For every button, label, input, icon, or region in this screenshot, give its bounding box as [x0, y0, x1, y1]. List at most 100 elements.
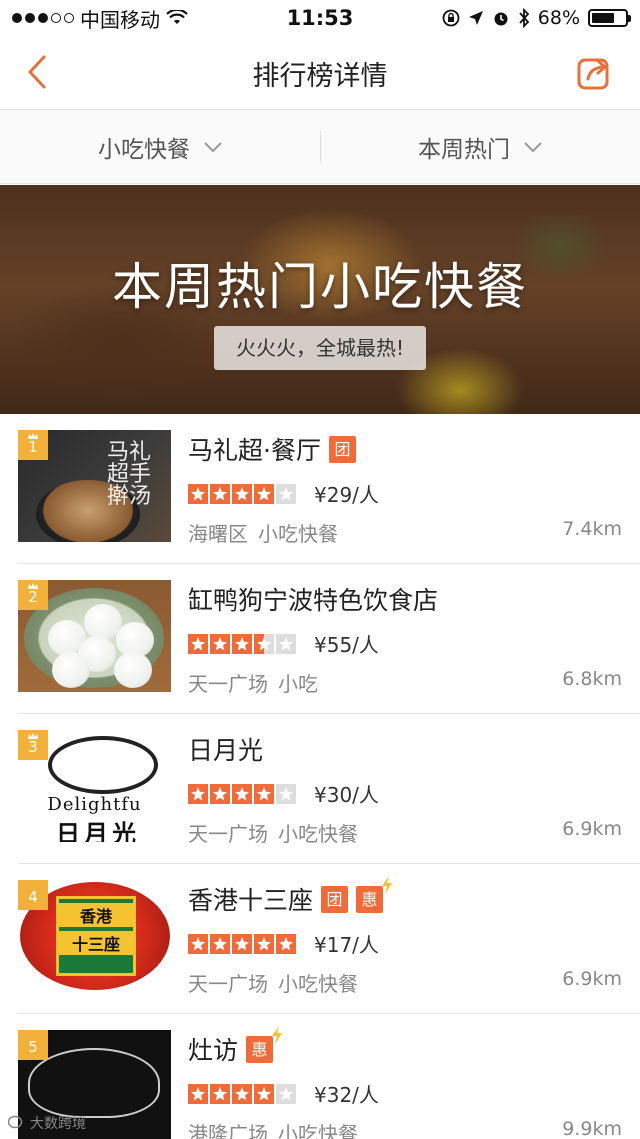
category-filter[interactable]: 小吃快餐	[0, 111, 320, 183]
list-item[interactable]: 5 灶访 惠 ¥32/人 港隆广场 小吃快餐 9.9km	[18, 1014, 640, 1139]
lightning-icon	[272, 1025, 283, 1044]
rank-number: 1	[28, 438, 38, 456]
category-label: 小吃快餐	[278, 1122, 358, 1139]
restaurant-thumbnail: 香港 十三座 4	[18, 880, 171, 992]
area-label: 海曙区	[188, 522, 248, 546]
star-shape	[279, 786, 293, 800]
star-shape	[257, 636, 271, 650]
area-label: 港隆广场	[188, 1122, 268, 1139]
list-item[interactable]: 马礼超手擀汤 1 马礼超·餐厅 团 ¥29/人 海曙区 小吃快餐 7.4km	[18, 414, 640, 564]
chevron-down-icon	[524, 142, 542, 152]
crown-icon	[28, 433, 38, 439]
star-shape	[235, 486, 249, 500]
nav-bar: 排行榜详情	[0, 36, 640, 110]
distance-label: 6.9km	[562, 818, 622, 840]
ranking-list: 马礼超手擀汤 1 马礼超·餐厅 团 ¥29/人 海曙区 小吃快餐 7.4km 2…	[0, 414, 640, 1139]
restaurant-thumbnail: 马礼超手擀汤 1	[18, 430, 171, 542]
restaurant-name: 马礼超·餐厅	[188, 436, 321, 465]
banner-subtitle: 火火火，全城最热!	[214, 326, 426, 370]
period-filter[interactable]: 本周热门	[320, 111, 640, 183]
period-filter-label: 本周热门	[418, 137, 510, 163]
rank-badge: 3	[18, 730, 48, 760]
discount-tag: 惠	[356, 875, 393, 913]
star-icon	[232, 633, 252, 654]
list-item[interactable]: 2 缸鸭狗宁波特色饮食店 ¥55/人 天一广场 小吃 6.8km	[18, 564, 640, 714]
logo-circle-shape	[48, 736, 158, 794]
price-per-person: ¥32/人	[314, 1083, 379, 1107]
restaurant-name: 灶访	[188, 1036, 239, 1065]
restaurant-name: 香港十三座	[188, 886, 314, 915]
signal-icon	[12, 13, 74, 23]
list-item[interactable]: Delightfu 日月光 3 日月光 ¥30/人 天一广场 小吃快餐 6.9km	[18, 714, 640, 864]
rank-badge: 4	[18, 880, 48, 910]
star-shape	[279, 636, 293, 650]
star-shape	[257, 786, 271, 800]
rank-number: 3	[28, 738, 38, 756]
star-rating	[188, 783, 296, 804]
meta-row: 天一广场 小吃快餐	[188, 818, 358, 847]
rating-row: ¥55/人	[188, 629, 379, 658]
star-icon	[276, 483, 296, 504]
restaurant-thumbnail: Delightfu 日月光 3	[18, 730, 171, 842]
wechat-icon	[8, 1115, 23, 1129]
star-icon	[188, 1083, 208, 1104]
thumbnail-logo-en: Delightfu	[47, 794, 142, 815]
rank-badge: 5	[18, 1030, 48, 1060]
star-shape	[213, 936, 227, 950]
star-shape	[213, 636, 227, 650]
list-item[interactable]: 香港 十三座 4 香港十三座 团 惠 ¥17/人 天一广场 小吃快餐 6.9km	[18, 864, 640, 1014]
star-icon	[254, 633, 274, 654]
rating-row: ¥29/人	[188, 479, 379, 508]
logo-panel: 香港 十三座	[56, 896, 136, 976]
star-icon	[232, 783, 252, 804]
meta-row: 海曙区 小吃快餐	[188, 518, 338, 547]
status-left: 中国移动	[12, 4, 188, 33]
meta-row: 港隆广场 小吃快餐	[188, 1118, 358, 1139]
star-rating	[188, 933, 296, 954]
star-icon	[188, 483, 208, 504]
thumbnail-calligraphy: 马礼超手擀汤	[107, 440, 152, 509]
status-bar: 中国移动 11:53 68%	[0, 0, 640, 36]
category-label: 小吃快餐	[258, 522, 338, 546]
discount-tag-label: 惠	[361, 889, 378, 909]
dumpling-shape	[114, 652, 152, 688]
star-shape	[257, 486, 271, 500]
name-row: 缸鸭狗宁波特色饮食店	[188, 582, 438, 616]
distance-label: 6.8km	[562, 668, 622, 690]
alarm-icon	[494, 12, 508, 26]
lightning-icon	[382, 875, 393, 894]
star-shape	[257, 1086, 271, 1100]
share-icon[interactable]	[576, 53, 614, 91]
location-icon	[468, 11, 483, 25]
bluetooth-icon	[519, 8, 530, 28]
star-icon	[188, 633, 208, 654]
star-rating	[188, 483, 296, 504]
group-buy-tag: 团	[321, 885, 349, 913]
star-shape	[191, 786, 205, 800]
rank-badge: 1	[18, 430, 48, 460]
star-shape	[235, 786, 249, 800]
category-label: 小吃快餐	[278, 972, 358, 996]
thumbnail-logo-line2: 十三座	[59, 931, 133, 955]
star-icon	[254, 1083, 274, 1104]
star-icon	[276, 933, 296, 954]
star-icon	[210, 483, 230, 504]
restaurant-name: 缸鸭狗宁波特色饮食店	[188, 586, 439, 615]
star-icon	[232, 483, 252, 504]
rank-badge: 2	[18, 580, 48, 610]
star-shape	[257, 936, 271, 950]
distance-label: 6.9km	[562, 968, 622, 990]
star-rating	[188, 1083, 296, 1104]
star-icon	[254, 783, 274, 804]
star-icon	[232, 1083, 252, 1104]
star-icon	[254, 933, 274, 954]
category-filter-label: 小吃快餐	[98, 137, 190, 163]
thumbnail-logo-line1: 香港	[59, 903, 133, 927]
rating-row: ¥30/人	[188, 779, 379, 808]
star-icon	[276, 783, 296, 804]
star-shape	[235, 936, 249, 950]
discount-tag-label: 惠	[251, 1039, 268, 1059]
name-row: 日月光	[188, 732, 263, 766]
star-icon	[276, 1083, 296, 1104]
battery-percent: 68%	[537, 7, 580, 29]
